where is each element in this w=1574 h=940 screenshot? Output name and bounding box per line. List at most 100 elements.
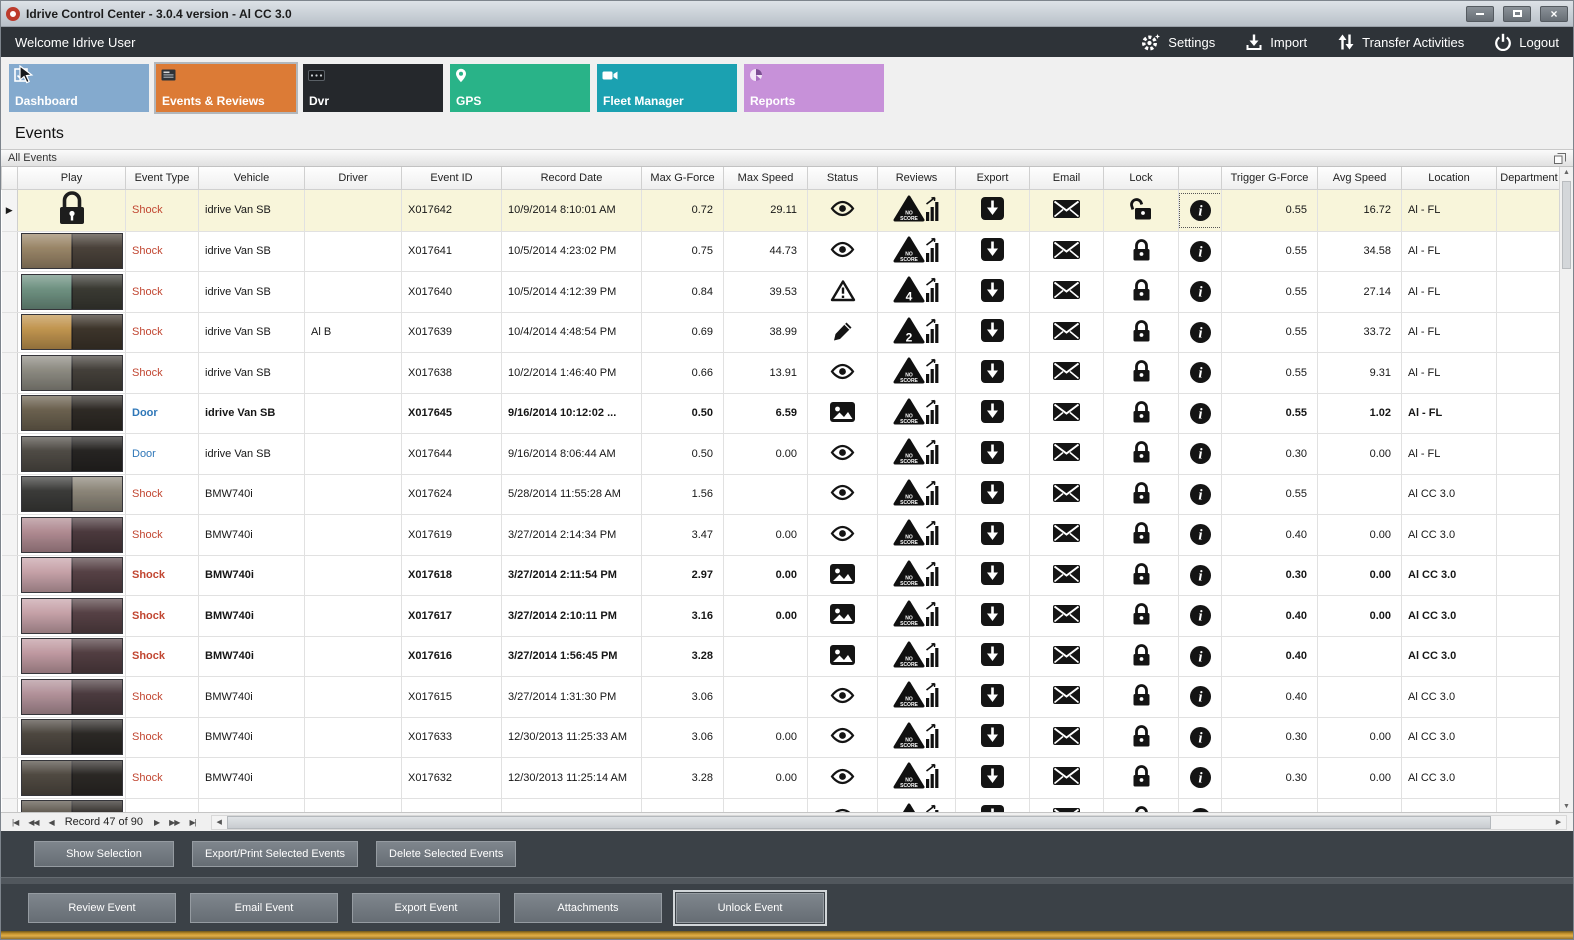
column-header-record-date[interactable]: Record Date: [501, 167, 642, 190]
max-g-cell[interactable]: 0.72: [641, 189, 724, 232]
vehicle-cell[interactable]: BMW740i: [198, 555, 305, 596]
info-cell[interactable]: i: [1178, 312, 1222, 353]
event-id-cell[interactable]: X017645: [401, 393, 502, 434]
trigger-g-cell[interactable]: 0.30: [1221, 555, 1318, 596]
status-cell[interactable]: [807, 555, 878, 596]
status-cell[interactable]: [807, 474, 878, 515]
email-cell[interactable]: [1029, 433, 1104, 475]
trigger-g-cell[interactable]: [1221, 798, 1318, 812]
max-g-cell[interactable]: 1.56: [641, 474, 724, 515]
play-cell[interactable]: [17, 798, 126, 812]
record-date-cell[interactable]: 3/27/2014 2:11:54 PM: [501, 555, 642, 596]
event-thumbnail[interactable]: [20, 516, 123, 553]
next-record-button[interactable]: ▶: [149, 818, 164, 827]
max-g-cell[interactable]: [641, 798, 724, 812]
avg-speed-cell[interactable]: 1.02: [1317, 393, 1402, 434]
event-id-cell[interactable]: X017617: [401, 595, 502, 637]
trigger-g-cell[interactable]: 0.55: [1221, 231, 1318, 272]
attachments-button[interactable]: Attachments: [514, 892, 662, 923]
avg-speed-cell[interactable]: [1317, 474, 1402, 515]
record-date-cell[interactable]: 3/27/2014 2:10:11 PM: [501, 595, 642, 637]
reviews-cell[interactable]: NOSCORE: [877, 433, 956, 475]
max-g-cell[interactable]: 3.47: [641, 514, 724, 556]
avg-speed-cell[interactable]: 0.00: [1317, 555, 1402, 596]
record-date-cell[interactable]: 10/5/2014 4:12:39 PM: [501, 271, 642, 313]
reviews-cell[interactable]: NOSCORE: [877, 595, 956, 637]
play-cell[interactable]: [17, 352, 126, 394]
max-g-cell[interactable]: 0.84: [641, 271, 724, 313]
trigger-g-cell[interactable]: 0.40: [1221, 595, 1318, 637]
max-speed-cell[interactable]: [723, 798, 808, 812]
avg-speed-cell[interactable]: 0.00: [1317, 595, 1402, 637]
event-id-cell[interactable]: X017624: [401, 474, 502, 515]
prev-record-button[interactable]: ◀: [44, 818, 59, 827]
event-thumbnail[interactable]: [20, 233, 123, 270]
column-header-location[interactable]: Location: [1401, 167, 1497, 190]
lock-cell[interactable]: [1103, 636, 1179, 677]
max-g-cell[interactable]: 3.06: [641, 676, 724, 718]
column-header-reviews[interactable]: Reviews: [877, 167, 956, 190]
last-record-button[interactable]: ▶|: [184, 818, 200, 827]
driver-cell[interactable]: [304, 474, 402, 515]
driver-cell[interactable]: [304, 514, 402, 556]
avg-speed-cell[interactable]: 9.31: [1317, 352, 1402, 394]
table-row[interactable]: Shock idrive Van SB X017641 10/5/2014 4:23:…: [1, 231, 1562, 272]
email-event-button[interactable]: Email Event: [190, 892, 338, 923]
driver-cell[interactable]: [304, 676, 402, 718]
group-header-bar[interactable]: All Events: [1, 149, 1573, 167]
column-header-driver[interactable]: Driver: [304, 167, 402, 190]
trigger-g-cell[interactable]: 0.55: [1221, 189, 1318, 232]
tab-reports[interactable]: Reports: [744, 64, 884, 112]
play-cell[interactable]: [17, 717, 126, 758]
event-id-cell[interactable]: X017618: [401, 555, 502, 596]
export-cell[interactable]: [955, 798, 1030, 812]
event-id-cell[interactable]: X017633: [401, 717, 502, 758]
lock-cell[interactable]: [1103, 676, 1179, 718]
prev-page-button[interactable]: ◀◀: [23, 818, 43, 827]
max-g-cell[interactable]: 3.28: [641, 636, 724, 677]
column-header-email[interactable]: Email: [1029, 167, 1104, 190]
info-cell[interactable]: i: [1178, 636, 1222, 677]
horizontal-scroll-thumb[interactable]: [226, 815, 1492, 829]
event-type-cell[interactable]: Shock: [125, 352, 199, 394]
info-cell[interactable]: i: [1178, 555, 1222, 596]
record-date-cell[interactable]: 9/16/2014 8:06:44 AM: [501, 433, 642, 475]
max-speed-cell[interactable]: 13.91: [723, 352, 808, 394]
event-thumbnail[interactable]: [20, 597, 123, 634]
event-id-cell[interactable]: X017640: [401, 271, 502, 313]
event-thumbnail[interactable]: [20, 476, 123, 513]
trigger-g-cell[interactable]: 0.40: [1221, 676, 1318, 718]
email-cell[interactable]: [1029, 757, 1104, 799]
location-cell[interactable]: Al CC 3.0: [1401, 514, 1497, 556]
max-g-cell[interactable]: 0.75: [641, 231, 724, 272]
event-type-cell[interactable]: Shock: [125, 636, 199, 677]
column-header-blank[interactable]: [1178, 167, 1222, 190]
record-date-cell[interactable]: 3/27/2014 2:14:34 PM: [501, 514, 642, 556]
export-cell[interactable]: [955, 595, 1030, 637]
avg-speed-cell[interactable]: [1317, 676, 1402, 718]
location-cell[interactable]: Al - FL: [1401, 189, 1497, 232]
play-cell[interactable]: [17, 189, 126, 232]
location-cell[interactable]: Al CC 3.0: [1401, 636, 1497, 677]
event-id-cell[interactable]: X017641: [401, 231, 502, 272]
driver-cell[interactable]: [304, 352, 402, 394]
max-g-cell[interactable]: 0.50: [641, 393, 724, 434]
vehicle-cell[interactable]: BMW740i: [198, 514, 305, 556]
email-cell[interactable]: [1029, 798, 1104, 812]
info-cell[interactable]: i: [1178, 393, 1222, 434]
event-thumbnail[interactable]: [20, 435, 123, 472]
column-header-vehicle[interactable]: Vehicle: [198, 167, 305, 190]
record-date-cell[interactable]: 10/5/2014 4:23:02 PM: [501, 231, 642, 272]
column-header-lock[interactable]: Lock: [1103, 167, 1179, 190]
email-cell[interactable]: [1029, 393, 1104, 434]
column-header-department[interactable]: Department: [1496, 167, 1562, 190]
event-type-cell[interactable]: Shock: [125, 312, 199, 353]
reviews-cell[interactable]: NOSCORE: [877, 555, 956, 596]
driver-cell[interactable]: [304, 271, 402, 313]
email-cell[interactable]: [1029, 189, 1104, 232]
vehicle-cell[interactable]: BMW740i: [198, 474, 305, 515]
event-type-cell[interactable]: Shock: [125, 595, 199, 637]
event-id-cell[interactable]: [401, 798, 502, 812]
table-row[interactable]: Door idrive Van SB X017644 9/16/2014 8:06:4…: [1, 433, 1562, 475]
reviews-cell[interactable]: NOSCORE: [877, 189, 956, 232]
